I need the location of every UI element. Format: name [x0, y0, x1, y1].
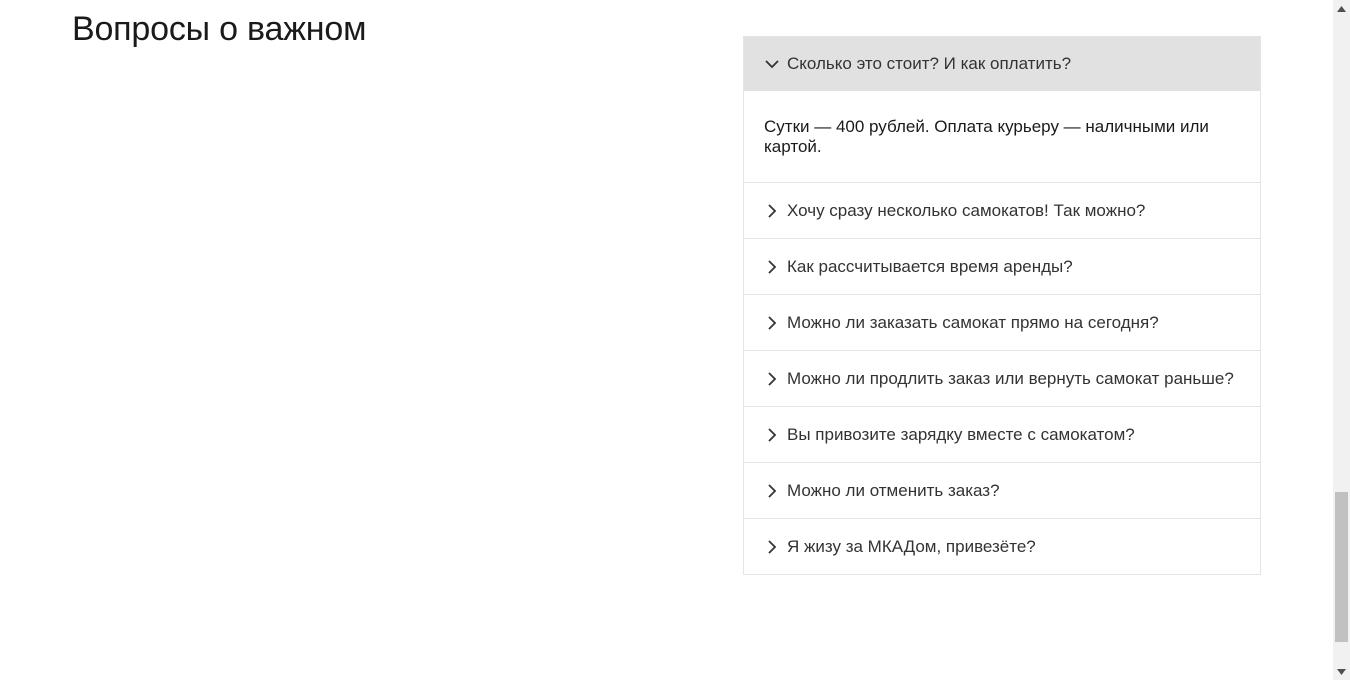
chevron-right-icon [764, 483, 780, 499]
faq-answer-text: Сутки — 400 рублей. Оплата курьеру — нал… [764, 117, 1209, 156]
faq-question-label: Можно ли отменить заказ? [787, 480, 1000, 500]
faq-answer-panel: Сутки — 400 рублей. Оплата курьеру — нал… [744, 91, 1260, 182]
chevron-right-icon [764, 371, 780, 387]
faq-question-button[interactable]: Сколько это стоит? И как оплатить? [744, 37, 1260, 91]
faq-item: Хочу сразу несколько самокатов! Так можн… [744, 182, 1260, 238]
chevron-right-icon [764, 259, 780, 275]
faq-question-button[interactable]: Можно ли отменить заказ? [744, 463, 1260, 518]
scroll-down-arrow-icon[interactable] [1333, 663, 1350, 680]
faq-question-label: Как рассчитывается время аренды? [787, 256, 1073, 276]
faq-item: Сколько это стоит? И как оплатить? Сутки… [744, 37, 1260, 182]
chevron-right-icon [764, 203, 780, 219]
faq-question-button[interactable]: Хочу сразу несколько самокатов! Так можн… [744, 183, 1260, 238]
chevron-right-icon [764, 539, 780, 555]
faq-item: Я жизу за МКАДом, привезёте? [744, 518, 1260, 574]
faq-question-label: Сколько это стоит? И как оплатить? [787, 54, 1072, 73]
faq-question-button[interactable]: Я жизу за МКАДом, привезёте? [744, 519, 1260, 574]
section-title: Вопросы о важном [72, 10, 367, 48]
faq-question-button[interactable]: Можно ли заказать самокат прямо на сегод… [744, 295, 1260, 350]
faq-item: Можно ли отменить заказ? [744, 462, 1260, 518]
faq-item: Вы привозите зарядку вместе с самокатом? [744, 406, 1260, 462]
chevron-right-icon [764, 315, 780, 331]
faq-item: Можно ли заказать самокат прямо на сегод… [744, 294, 1260, 350]
chevron-down-icon [764, 56, 780, 72]
faq-question-label: Хочу сразу несколько самокатов! Так можн… [787, 200, 1146, 220]
faq-question-label: Вы привозите зарядку вместе с самокатом? [787, 424, 1135, 444]
faq-question-button[interactable]: Можно ли продлить заказ или вернуть само… [744, 351, 1260, 406]
faq-question-button[interactable]: Вы привозите зарядку вместе с самокатом? [744, 407, 1260, 462]
vertical-scrollbar[interactable] [1333, 0, 1350, 680]
faq-question-label: Можно ли заказать самокат прямо на сегод… [787, 312, 1159, 332]
faq-question-label: Я жизу за МКАДом, привезёте? [787, 536, 1036, 556]
page: Вопросы о важном Сколько это стоит? И ка… [0, 0, 1350, 680]
scrollbar-thumb[interactable] [1335, 492, 1348, 642]
chevron-right-icon [764, 427, 780, 443]
faq-question-label: Можно ли продлить заказ или вернуть само… [787, 368, 1234, 388]
faq-accordion: Сколько это стоит? И как оплатить? Сутки… [743, 36, 1261, 575]
faq-question-button[interactable]: Как рассчитывается время аренды? [744, 239, 1260, 294]
scroll-up-arrow-icon[interactable] [1333, 0, 1350, 17]
faq-item: Как рассчитывается время аренды? [744, 238, 1260, 294]
faq-item: Можно ли продлить заказ или вернуть само… [744, 350, 1260, 406]
